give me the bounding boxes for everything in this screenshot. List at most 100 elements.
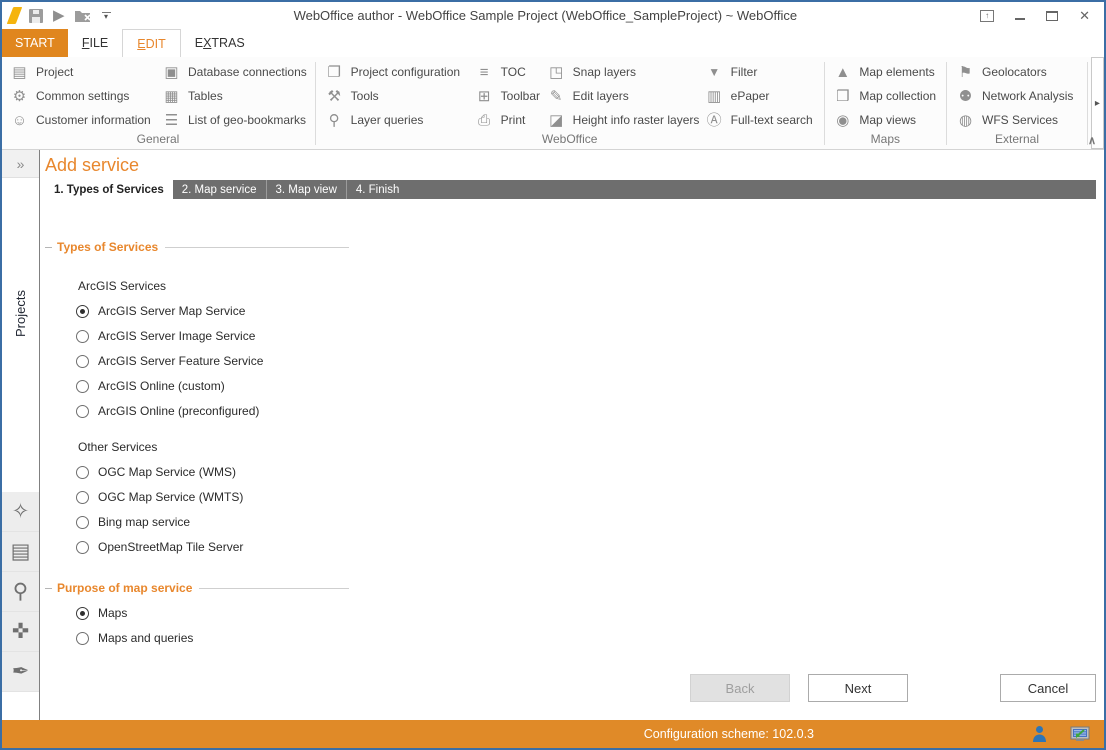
radio-button[interactable] (76, 466, 89, 479)
ribbon-item-map-elements[interactable]: Map elements (829, 60, 941, 84)
left-sidebar: » Projects (2, 150, 40, 720)
wizard-step-finish[interactable]: 4. Finish (346, 180, 408, 199)
ribbon-item-geo-bookmarks[interactable]: List of geo-bookmarks (158, 108, 310, 132)
ribbon-item-height-info-raster-layers[interactable]: Height info raster layers (543, 108, 701, 132)
ribbon-item-wfs-services[interactable]: WFS Services (952, 108, 1082, 132)
search-icon[interactable] (2, 572, 39, 612)
ribbon: Project Common settings Customer informa… (2, 57, 1104, 150)
ribbon-item-filter[interactable]: Filter (701, 60, 819, 84)
ribbon-item-geolocators[interactable]: Geolocators (952, 60, 1082, 84)
remote-desktop-icon[interactable] (1070, 726, 1090, 743)
sidebar-panel-label-projects[interactable]: Projects (13, 290, 28, 337)
wizard-footer: Back Next Cancel (45, 674, 1096, 702)
user-icon[interactable] (1031, 725, 1048, 743)
radio-button[interactable] (76, 355, 89, 368)
ribbon-item-print[interactable]: Print (471, 108, 543, 132)
ribbon-collapse-button[interactable] (1088, 134, 1096, 147)
radio-option-maps[interactable]: Maps (76, 606, 1096, 620)
run-icon[interactable] (53, 8, 65, 23)
radio-option-ogc-map-service-wms[interactable]: OGC Map Service (WMS) (76, 465, 1096, 479)
radio-button[interactable] (76, 405, 89, 418)
height-info-icon (547, 113, 566, 128)
radio-button[interactable] (76, 380, 89, 393)
radio-option-maps-and-queries[interactable]: Maps and queries (76, 631, 1096, 645)
ribbon-item-project[interactable]: Project (6, 60, 158, 84)
cancel-button[interactable]: Cancel (1000, 674, 1096, 702)
radio-option-bing-map-service[interactable]: Bing map service (76, 515, 1096, 529)
tab-edit[interactable]: EDIT (122, 29, 180, 57)
radio-button[interactable] (76, 632, 89, 645)
sidebar-tool-strip (2, 492, 39, 692)
tab-extras[interactable]: EXTRAS (181, 29, 259, 57)
ribbon-group-external: Geolocators Network Analysis WFS Service… (948, 60, 1086, 149)
ribbon-item-common-settings[interactable]: Common settings (6, 84, 158, 108)
ribbon-item-map-collection[interactable]: Map collection (829, 84, 941, 108)
close-icon[interactable]: ✕ (1079, 8, 1090, 24)
map-collection-icon (833, 89, 852, 104)
ribbon-item-fulltext-search[interactable]: Full-text search (701, 108, 819, 132)
ribbon-pin-icon[interactable]: ↑ (980, 10, 994, 22)
customer-info-icon (10, 113, 29, 128)
ribbon-item-database-connections[interactable]: Database connections (158, 60, 310, 84)
ribbon-item-toc[interactable]: TOC (471, 60, 543, 84)
title-bar: ▾ WebOffice author - WebOffice Sample Pr… (2, 2, 1104, 29)
print-icon (475, 113, 494, 128)
ribbon-item-network-analysis[interactable]: Network Analysis (952, 84, 1082, 108)
fieldset-legend: Types of Services (57, 240, 158, 254)
ribbon-item-epaper[interactable]: ePaper (701, 84, 819, 108)
project-notebook-icon[interactable] (2, 532, 39, 572)
radio-button[interactable] (76, 541, 89, 554)
ribbon-item-tables[interactable]: Tables (158, 84, 310, 108)
radio-option-arcgis-server-map-service[interactable]: ArcGIS Server Map Service (76, 304, 1096, 318)
radio-button[interactable] (76, 305, 89, 318)
design-pen-icon[interactable] (2, 652, 39, 692)
notebook-icon (10, 65, 29, 80)
ribbon-group-weboffice: Project configuration Tools Layer querie… (317, 60, 823, 149)
ribbon-item-edit-layers[interactable]: Edit layers (543, 84, 701, 108)
fieldset-purpose-of-map-service: Purpose of map service Maps Maps and que… (45, 581, 1096, 645)
radio-option-openstreetmap-tile-server[interactable]: OpenStreetMap Tile Server (76, 540, 1096, 554)
save-icon[interactable] (28, 8, 44, 24)
ribbon-item-snap-layers[interactable]: Snap layers (543, 60, 701, 84)
radio-option-arcgis-server-image-service[interactable]: ArcGIS Server Image Service (76, 329, 1096, 343)
move-edit-icon[interactable] (2, 612, 39, 652)
ribbon-item-tools[interactable]: Tools (321, 84, 471, 108)
radio-button[interactable] (76, 607, 89, 620)
ribbon-item-toolbar[interactable]: Toolbar (471, 84, 543, 108)
ribbon-item-customer-information[interactable]: Customer information (6, 108, 158, 132)
wizard-step-map-service[interactable]: 2. Map service (173, 180, 266, 199)
wizard-step-map-view[interactable]: 3. Map view (266, 180, 346, 199)
minimize-icon[interactable] (1015, 18, 1025, 20)
fieldset-legend: Purpose of map service (57, 581, 192, 595)
layer-queries-icon (325, 113, 344, 128)
toolbar-icon (475, 89, 494, 104)
project-configuration-icon (325, 65, 344, 80)
radio-button[interactable] (76, 330, 89, 343)
ribbon-group-label-general: General (6, 132, 310, 149)
radio-option-arcgis-online-preconfigured[interactable]: ArcGIS Online (preconfigured) (76, 404, 1096, 418)
radio-option-arcgis-server-feature-service[interactable]: ArcGIS Server Feature Service (76, 354, 1096, 368)
sidebar-expander-button[interactable]: » (2, 150, 39, 178)
radio-button[interactable] (76, 516, 89, 529)
ribbon-collapse-icon (1088, 135, 1096, 147)
radio-option-arcgis-online-custom[interactable]: ArcGIS Online (custom) (76, 379, 1096, 393)
database-connections-icon (162, 65, 181, 80)
new-item-icon[interactable] (2, 492, 39, 532)
wizard-form: Types of Services ArcGIS Services ArcGIS… (45, 240, 1096, 645)
tab-file[interactable]: FILE (68, 29, 122, 57)
wizard-step-types-of-services[interactable]: 1. Types of Services (45, 180, 173, 199)
ribbon-item-layer-queries[interactable]: Layer queries (321, 108, 471, 132)
radio-button[interactable] (76, 491, 89, 504)
next-button[interactable]: Next (808, 674, 908, 702)
radio-option-ogc-map-service-wmts[interactable]: OGC Map Service (WMTS) (76, 490, 1096, 504)
ribbon-item-project-configuration[interactable]: Project configuration (321, 60, 471, 84)
close-project-icon[interactable] (74, 8, 93, 23)
back-button[interactable]: Back (690, 674, 790, 702)
fieldset-legend-row: Types of Services (45, 240, 349, 254)
tab-start[interactable]: START (2, 29, 68, 57)
customize-quick-access-icon[interactable]: ▾ (102, 12, 111, 20)
ribbon-scroll-icon (1095, 98, 1100, 109)
maximize-icon[interactable] (1046, 11, 1058, 21)
ribbon-group-label-external: External (952, 132, 1082, 149)
ribbon-item-map-views[interactable]: Map views (829, 108, 941, 132)
